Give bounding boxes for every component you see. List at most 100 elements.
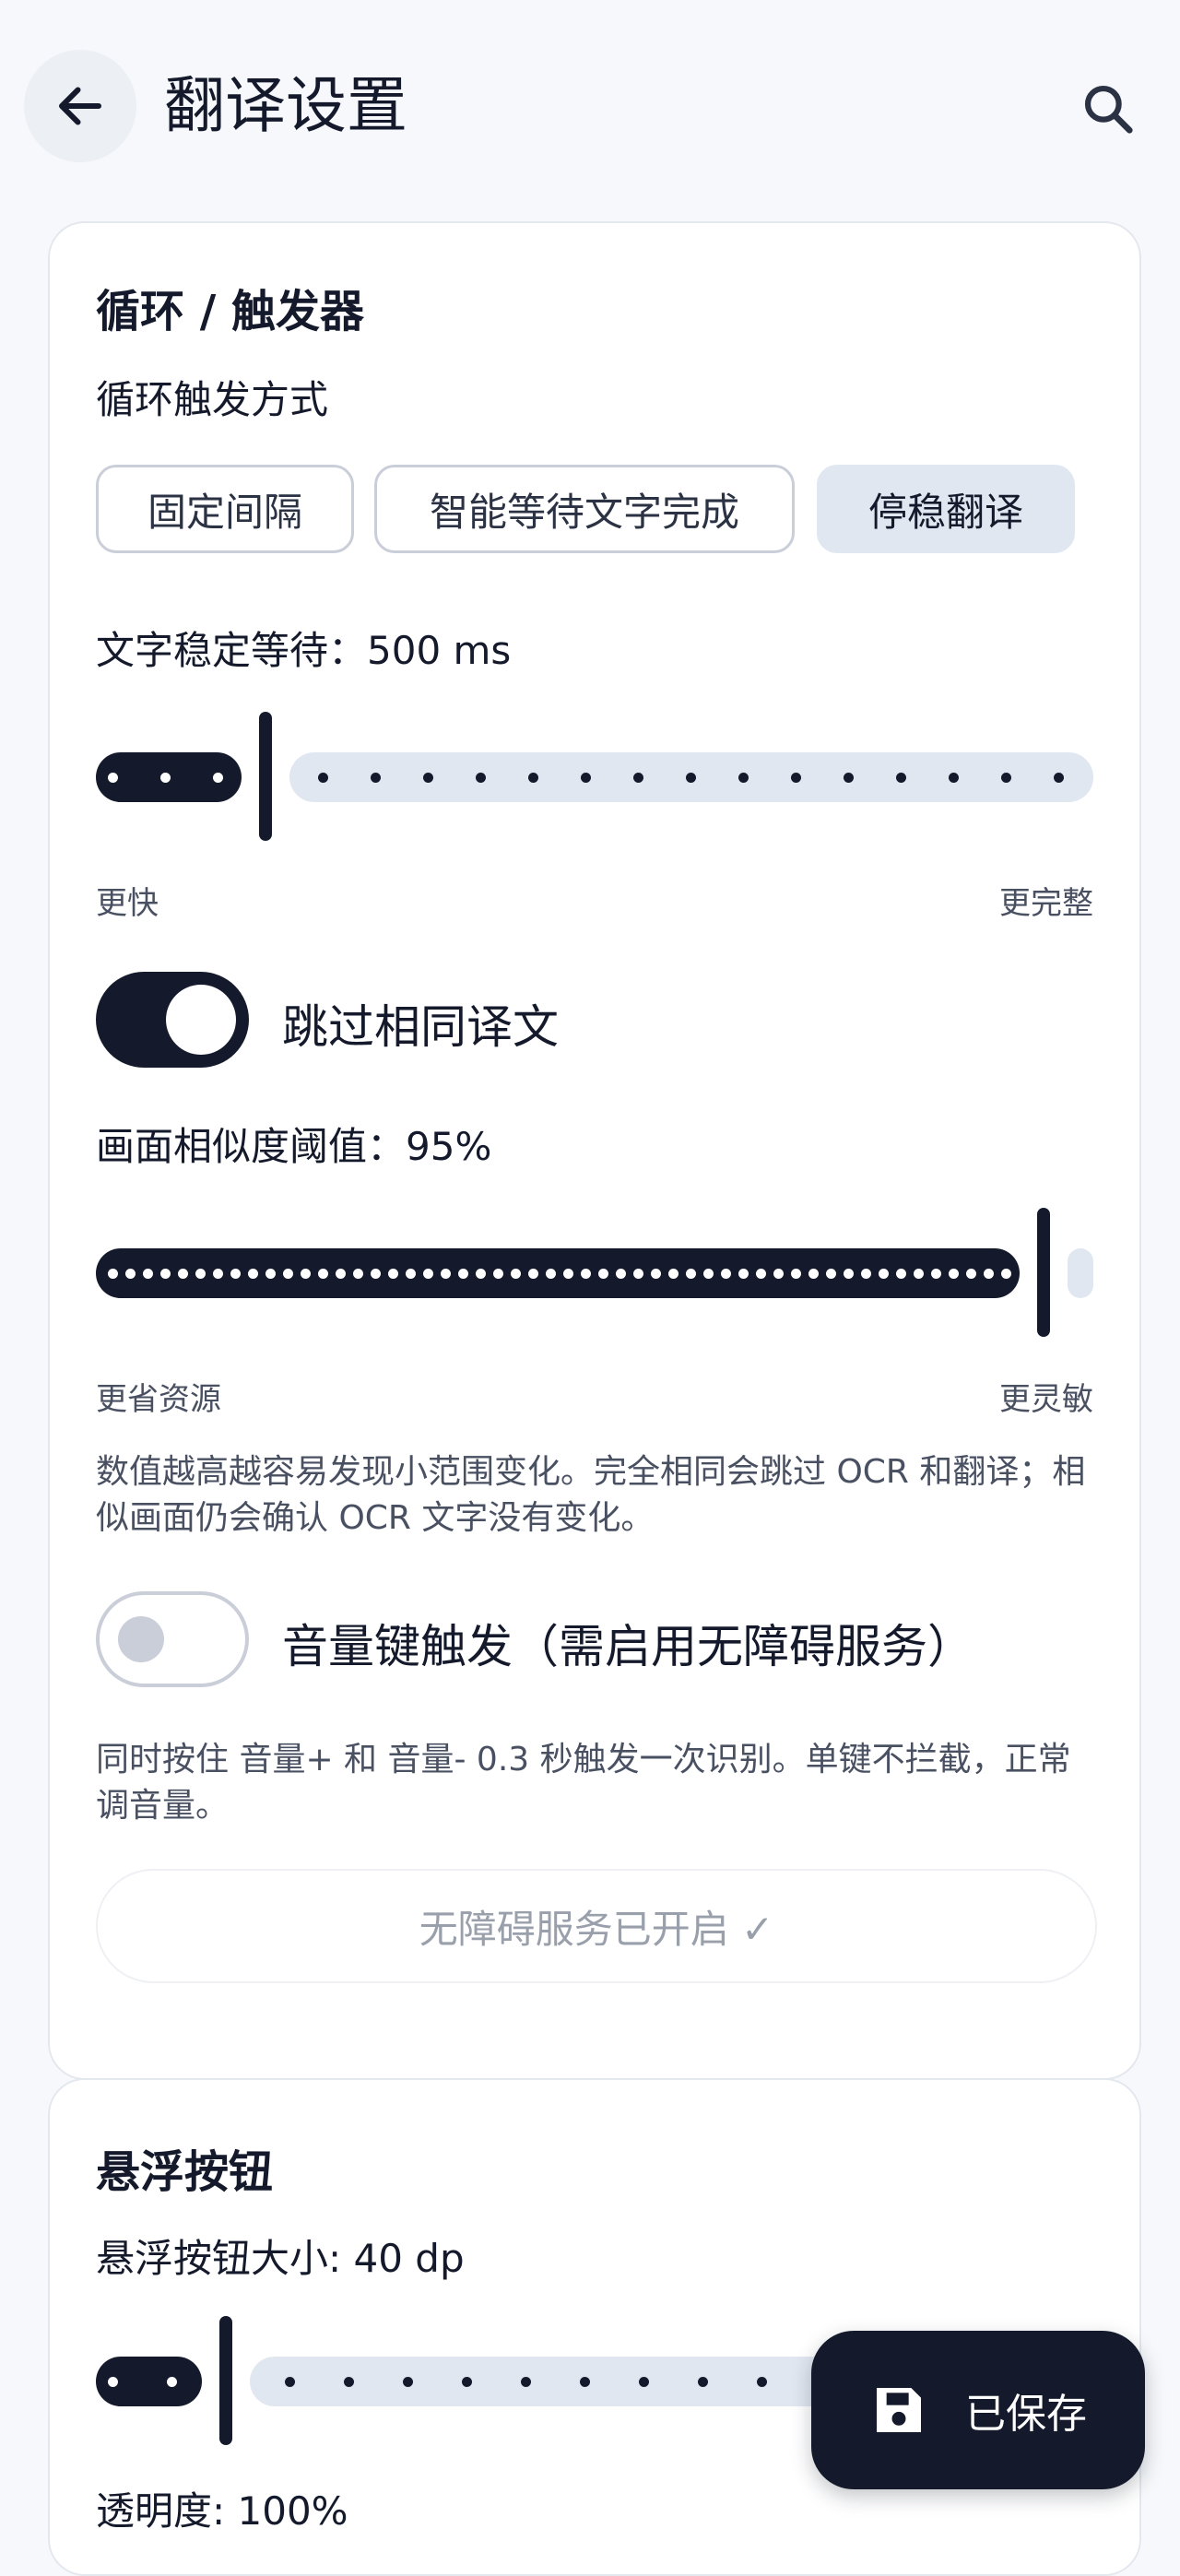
slider-thumb[interactable]: [1037, 1208, 1050, 1337]
slider-tick-mark: [791, 773, 801, 783]
slider-tick-mark: [403, 2377, 413, 2387]
slider-tick-mark: [598, 1269, 608, 1279]
slider-tick-mark: [476, 773, 486, 783]
slider-tick-mark: [686, 1269, 696, 1279]
chip-label: 智能等待文字完成: [429, 489, 739, 535]
slider-tick-mark: [108, 2377, 118, 2387]
back-button[interactable]: [24, 50, 136, 162]
slider-thumb[interactable]: [219, 2316, 232, 2445]
stable-wait-label: 文字稳定等待：500 ms: [96, 628, 512, 673]
slider-tick-mark: [285, 2377, 295, 2387]
opacity-label: 透明度: 100%: [96, 2488, 348, 2534]
slider-tick-mark: [462, 2377, 472, 2387]
slider-tick-mark: [896, 773, 906, 783]
volume-key-description: 同时按住 音量+ 和 音量- 0.3 秒触发一次识别。单键不拦截，正常调音量。: [96, 1741, 1071, 1825]
slider-tick-mark: [773, 1269, 784, 1279]
slider-tick-mark: [651, 1269, 661, 1279]
slider-tick-mark: [195, 1269, 206, 1279]
slider-tick-mark: [581, 773, 591, 783]
slider-tick-mark: [458, 1269, 468, 1279]
fab-label: 已保存: [965, 2391, 1087, 2438]
slider-tick-mark: [344, 2377, 354, 2387]
slider-tick-mark: [1001, 1269, 1011, 1279]
slider-tick-mark: [931, 1269, 941, 1279]
accessibility-status-button[interactable]: 无障碍服务已开启 ✓: [96, 1869, 1097, 1983]
slider-tick-mark: [213, 1269, 223, 1279]
similarity-min-label: 更省资源: [96, 1381, 221, 1418]
slider-tick-mark: [826, 1269, 836, 1279]
page-title: 翻译设置: [164, 70, 407, 141]
mode-chip-smart-wait[interactable]: 智能等待文字完成: [374, 465, 795, 553]
slider-tick-mark: [949, 773, 959, 783]
slider-tick-mark: [616, 1269, 626, 1279]
slider-tick-mark: [966, 1269, 976, 1279]
slider-tick-mark: [844, 1269, 854, 1279]
slider-tick-mark: [108, 1269, 118, 1279]
card-title: 悬浮按钮: [96, 2146, 274, 2198]
arrow-left-icon: [59, 87, 101, 125]
slider-tick-mark: [230, 1269, 241, 1279]
slider-tick-mark: [476, 1269, 486, 1279]
slider-tick-mark: [1001, 773, 1011, 783]
skip-same-label: 跳过相同译文: [282, 1000, 559, 1054]
slider-tick-mark: [160, 1269, 171, 1279]
slider-tick-mark: [668, 1269, 678, 1279]
slider-tick-mark: [844, 773, 854, 783]
saved-fab[interactable]: 已保存: [811, 2331, 1145, 2489]
slider-tick-mark: [371, 773, 381, 783]
chip-label: 固定间隔: [147, 489, 302, 535]
slider-tick-mark: [371, 1269, 381, 1279]
slider-tick-mark: [528, 773, 538, 783]
slider-tick-mark: [791, 1269, 801, 1279]
slider-tick-mark: [521, 2377, 531, 2387]
slider-tick-mark: [318, 773, 328, 783]
slider-tick-mark: [248, 1269, 258, 1279]
slider-tick-mark: [336, 1269, 346, 1279]
search-icon: [1084, 85, 1133, 134]
slider-tick-mark: [546, 1269, 556, 1279]
card-title: 循环 / 触发器: [96, 286, 364, 337]
slider-tick-mark: [698, 2377, 708, 2387]
trigger-mode-label: 循环触发方式: [96, 377, 329, 422]
stable-wait-min-label: 更快: [96, 885, 159, 922]
slider-tick-mark: [633, 1269, 643, 1279]
slider-tick-mark: [167, 2377, 177, 2387]
slider-tick-mark: [721, 1269, 731, 1279]
slider-tick-mark: [441, 1269, 451, 1279]
slider-tick-mark: [423, 773, 433, 783]
slider-tick-mark: [283, 1269, 293, 1279]
similarity-label: 画面相似度阈值：95%: [96, 1124, 492, 1169]
search-button[interactable]: [1071, 72, 1145, 146]
slider-tick-mark: [528, 1269, 538, 1279]
float-size-label: 悬浮按钮大小: 40 dp: [96, 2236, 465, 2281]
slider-tick-mark: [703, 1269, 714, 1279]
slider-thumb[interactable]: [259, 712, 272, 841]
slider-tick-mark: [406, 1269, 416, 1279]
skip-same-toggle[interactable]: [96, 972, 249, 1068]
slider-tick-mark: [318, 1269, 328, 1279]
slider-tick-mark: [639, 2377, 649, 2387]
slider-tick-mark: [266, 1269, 276, 1279]
slider-tick-mark: [423, 1269, 433, 1279]
slider-tick-mark: [686, 773, 696, 783]
slider-tick-mark: [108, 773, 118, 783]
slider-tick-mark: [984, 1269, 994, 1279]
save-icon: [877, 2388, 921, 2432]
slider-tick-mark: [756, 1269, 766, 1279]
volume-key-toggle[interactable]: [96, 1591, 249, 1687]
volume-key-label: 音量键触发（需启用无障碍服务）: [282, 1620, 974, 1673]
slider-tick-mark: [388, 1269, 398, 1279]
slider-inactive-track: [1068, 1248, 1093, 1298]
similarity-max-label: 更灵敏: [999, 1381, 1093, 1418]
slider-tick-mark: [879, 1269, 889, 1279]
slider-tick-mark: [580, 2377, 590, 2387]
slider-tick-mark: [1054, 773, 1064, 783]
slider-tick-mark: [633, 773, 643, 783]
top-app-bar: 翻译设置: [0, 0, 1180, 194]
slider-tick-mark: [125, 1269, 136, 1279]
slider-tick-mark: [493, 1269, 503, 1279]
stable-wait-slider[interactable]: [96, 712, 1093, 841]
mode-chip-stable-translate[interactable]: 停稳翻译: [817, 465, 1075, 553]
similarity-slider[interactable]: [96, 1208, 1093, 1337]
mode-chip-fixed-interval[interactable]: 固定间隔: [96, 465, 354, 553]
